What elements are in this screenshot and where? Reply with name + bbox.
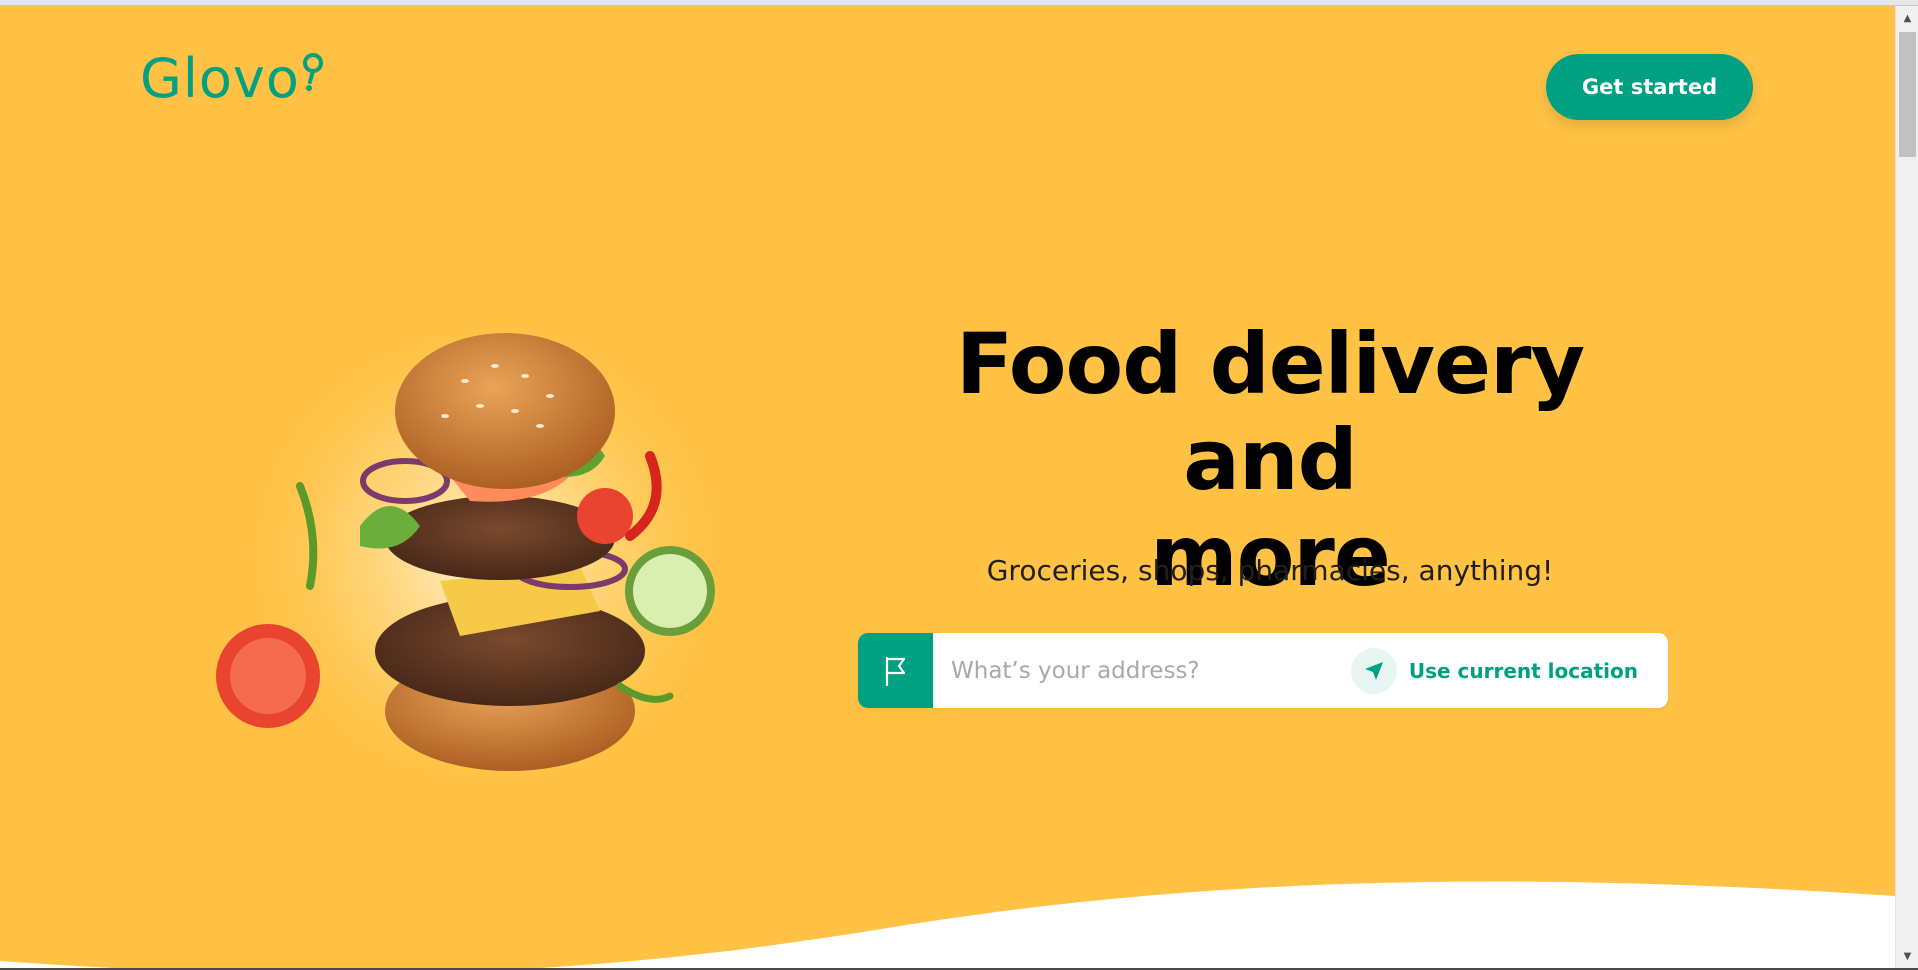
scrollbar-thumb[interactable] (1899, 32, 1916, 157)
scroll-up-arrow-icon[interactable]: ▲ (1896, 8, 1918, 28)
burger-illustration (216, 311, 735, 801)
flag-icon-box (858, 633, 933, 708)
scroll-down-arrow-icon[interactable]: ▼ (1896, 946, 1918, 966)
hero-section: Glovo Get started Food delivery and more… (0, 6, 1895, 968)
location-icon-circle (1350, 647, 1397, 694)
bottom-wave (0, 881, 1895, 968)
hero-title-line-1: Food delivery and (955, 315, 1585, 509)
logo-pin-icon (302, 53, 323, 91)
logo-text: Glovo (140, 47, 300, 110)
use-current-location-button[interactable]: Use current location (1350, 647, 1638, 694)
vertical-scrollbar[interactable]: ▲ ▼ (1895, 6, 1918, 968)
get-started-button[interactable]: Get started (1546, 54, 1753, 120)
hero-subtitle: Groceries, shops, pharmacies, anything! (986, 554, 1554, 587)
address-search-bar: Use current location (858, 633, 1668, 708)
use-current-location-label: Use current location (1408, 658, 1638, 683)
glovo-logo[interactable]: Glovo (140, 52, 324, 106)
flag-icon (885, 656, 905, 686)
navigation-arrow-icon (1364, 661, 1383, 680)
address-input[interactable] (933, 633, 1351, 708)
browser-page: Glovo Get started Food delivery and more… (0, 0, 1918, 970)
